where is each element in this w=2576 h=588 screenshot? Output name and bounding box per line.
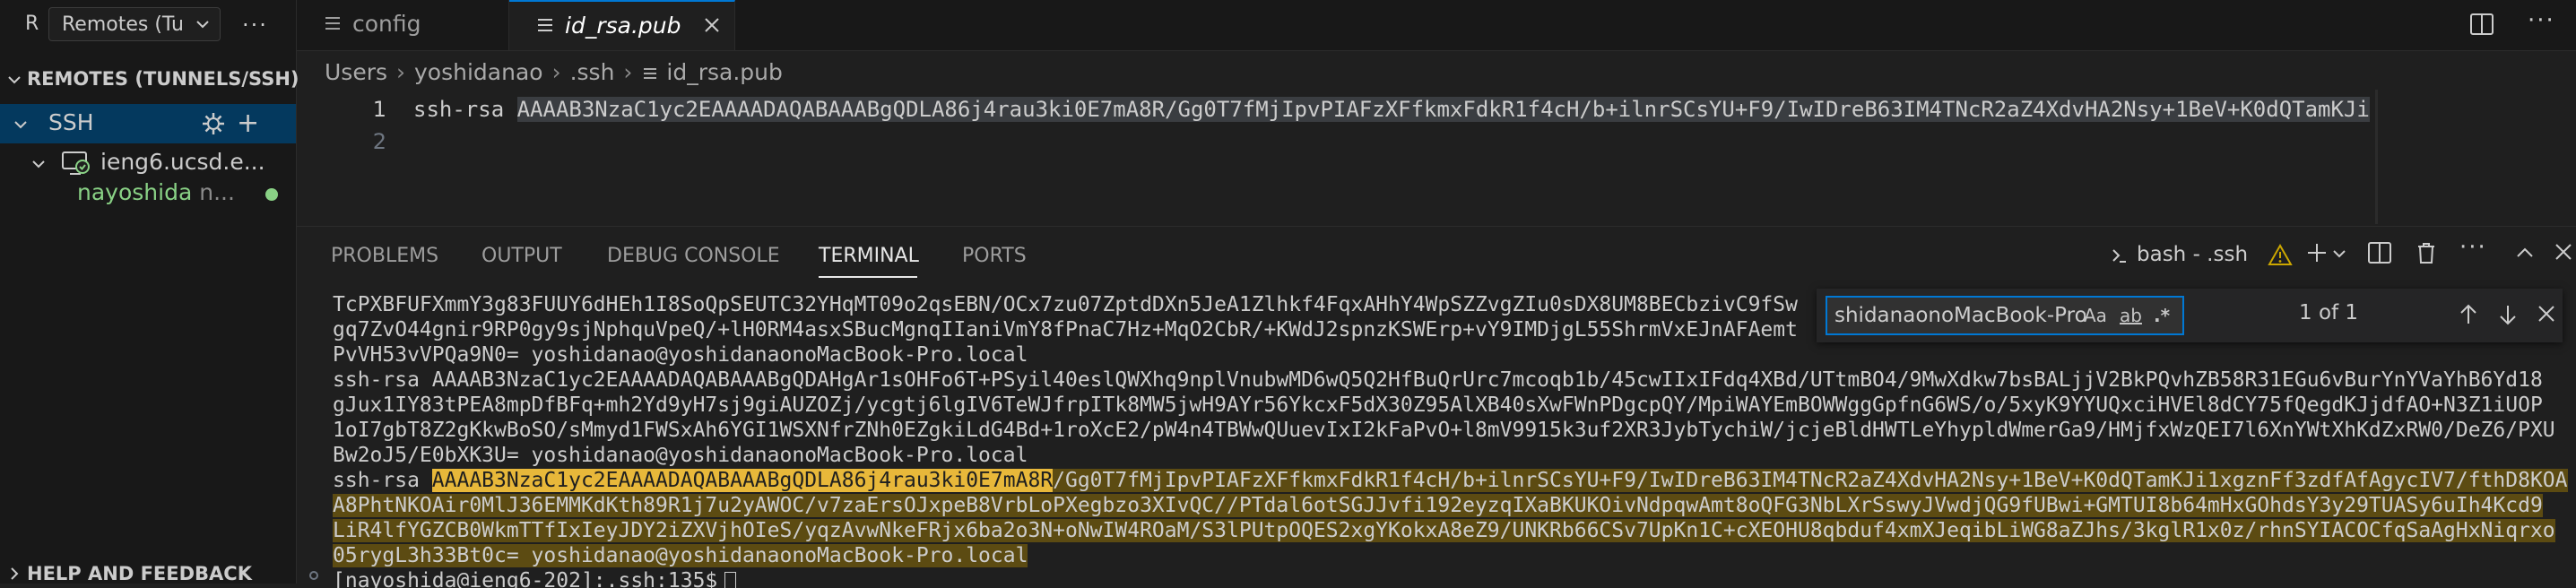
- close-icon[interactable]: [701, 14, 723, 36]
- chevron-right-icon: [7, 566, 22, 581]
- tree-item-ssh[interactable]: SSH +: [0, 104, 296, 143]
- regex-toggle[interactable]: .*: [2154, 305, 2170, 326]
- sidebar-header: R Remotes (Tu ···: [0, 0, 296, 50]
- chevron-right-icon: ›: [552, 59, 561, 85]
- terminal-cursor: [724, 572, 736, 588]
- terminal-find-widget: Aa ab .* 1 of 1: [1817, 289, 2563, 342]
- arrow-down-icon[interactable]: [2494, 301, 2521, 328]
- tab-output[interactable]: OUTPUT: [481, 245, 562, 267]
- host-label: ieng6.ucsd.e...: [100, 149, 265, 175]
- terminal-selector[interactable]: bash - .ssh: [2110, 243, 2248, 266]
- tab-id-rsa-pub[interactable]: id_rsa.pub: [509, 0, 735, 50]
- tab-problems[interactable]: PROBLEMS: [331, 245, 438, 267]
- breadcrumb-item[interactable]: id_rsa.pub: [666, 59, 782, 85]
- remotes-dropdown[interactable]: Remotes (Tu: [48, 7, 221, 41]
- terminal-line: ssh-rsa AAAAB3NzaC1yc2EAAAADAQABAAABgQDA…: [333, 368, 2543, 393]
- match-case-toggle[interactable]: Aa: [2084, 305, 2107, 326]
- activity-label: R: [25, 13, 39, 35]
- remotes-section-title: REMOTES (TUNNELS/SSH): [27, 68, 299, 90]
- terminal-line: 1oI7gbT8Z2gKkwBoSO/sMmyd1FWSxAh6YGI1WSXN…: [333, 418, 2555, 443]
- selection-highlight: AAAAB3NzaC1yc2EAAAADAQABAAABgQDLA86j4rau…: [517, 97, 2370, 122]
- terminal-line: A8PhtNKOAir0MlJ36EMMKdKth89R1j7u2yAWOC/v…: [333, 493, 2543, 518]
- find-input[interactable]: [1834, 301, 2086, 330]
- line-number: 1: [351, 97, 386, 122]
- menu-file-icon: [641, 65, 659, 82]
- tab-terminal[interactable]: TERMINAL: [819, 245, 919, 267]
- tab-debug-console[interactable]: DEBUG CONSOLE: [607, 245, 780, 267]
- terminal-line: PvVH53vVPQa9N0= yoshidanao@yoshidanaonoM…: [333, 342, 1028, 368]
- chevron-down-icon: [7, 73, 22, 87]
- tab-label: id_rsa.pub: [565, 13, 681, 39]
- find-match-count: 1 of 1: [2299, 301, 2358, 324]
- tab-label: config: [352, 11, 421, 37]
- tab-config[interactable]: config: [297, 0, 509, 50]
- help-section-title: HELP AND FEEDBACK: [27, 563, 252, 584]
- tab-ports[interactable]: PORTS: [962, 245, 1027, 267]
- find-match: /Gg0T7fMjIpvPIAFzXFfkmxFdkR1f4cH/b+ilnrS…: [1053, 469, 2567, 492]
- terminal-line: TcPXBFUFXmmY3g83FUUY6dHEh1I8SoQpSEUTC32Y…: [333, 292, 1798, 317]
- terminal-line-match: ssh-rsa AAAAB3NzaC1yc2EAAAADAQABAAABgQDL…: [333, 468, 2568, 493]
- terminal-line: Bw2oJ5/E0bXK3U= yoshidanao@yoshidanaonoM…: [333, 443, 1028, 468]
- add-host-icon[interactable]: +: [237, 108, 259, 139]
- breadcrumb-item[interactable]: yoshidanao: [414, 59, 543, 85]
- trash-icon[interactable]: [2413, 239, 2440, 266]
- chevron-down-icon: [195, 16, 211, 32]
- whole-word-toggle[interactable]: ab: [2120, 305, 2142, 326]
- tree-item-connection[interactable]: nayoshida n...: [0, 174, 296, 213]
- line-number: 2: [351, 129, 386, 154]
- split-terminal-icon[interactable]: [2366, 239, 2393, 266]
- terminal-prompt: [nayoshida@ieng6-202]:.ssh:135$: [333, 568, 736, 588]
- terminal-line: 05rygL3h33Bt0c= yoshidanao@yoshidanaonoM…: [333, 543, 1028, 568]
- remotes-dropdown-label: Remotes (Tu: [62, 13, 184, 36]
- maximize-panel-icon[interactable]: [2511, 239, 2538, 266]
- close-icon[interactable]: [2551, 239, 2576, 264]
- breadcrumb: Users › yoshidanao › .ssh › id_rsa.pub: [325, 59, 783, 86]
- gear-icon[interactable]: [201, 111, 226, 136]
- chevron-right-icon: ›: [623, 59, 632, 85]
- code-line[interactable]: ssh-rsa AAAAB3NzaC1yc2EAAAADAQABAAABgQDL…: [413, 97, 2576, 125]
- chevron-down-icon: [30, 156, 47, 172]
- command-decoration-icon[interactable]: [309, 571, 318, 580]
- terminal-line: LiR4lfYGZCB0WkmTTfIxIeyJDY2iZXVjhOIeS/yq…: [333, 518, 2555, 543]
- chevron-right-icon: ›: [396, 59, 405, 85]
- chevron-down-icon: [13, 117, 29, 133]
- split-editor-icon[interactable]: [2468, 11, 2495, 38]
- connection-label: nayoshida n...: [77, 179, 235, 205]
- find-current-match: AAAAB3NzaC1yc2EAAAADAQABAAABgQDLA86j4rau…: [432, 469, 1053, 492]
- terminal-line: gq7ZvO44gnir9RP0gy9sjNphquVpeQ/+lH0RM4as…: [333, 317, 1798, 342]
- more-actions-icon[interactable]: ···: [2459, 234, 2487, 261]
- connection-status-icon: [265, 188, 278, 201]
- more-actions-icon[interactable]: ···: [242, 13, 268, 38]
- ssh-group-label: SSH: [48, 109, 94, 135]
- scrollbar[interactable]: [2375, 90, 2378, 224]
- active-tab-indicator: [819, 276, 917, 278]
- help-section-header[interactable]: HELP AND FEEDBACK: [0, 561, 296, 588]
- arrow-up-icon[interactable]: [2455, 301, 2482, 328]
- more-actions-icon[interactable]: ···: [2528, 7, 2555, 34]
- remote-explorer-sidebar: R Remotes (Tu ··· REMOTES (TUNNELS/SSH) …: [0, 0, 297, 584]
- menu-file-icon: [534, 14, 556, 36]
- chevron-down-icon[interactable]: [2332, 246, 2346, 261]
- breadcrumb-item[interactable]: .ssh: [570, 59, 615, 85]
- find-input-box: Aa ab .*: [1826, 296, 2184, 335]
- editor-tab-bar: config id_rsa.pub ···: [297, 0, 2576, 51]
- menu-file-icon: [322, 13, 343, 34]
- new-terminal-icon[interactable]: [2303, 239, 2330, 266]
- terminal-icon: [2110, 246, 2129, 265]
- remotes-section-header[interactable]: REMOTES (TUNNELS/SSH): [0, 65, 296, 95]
- warning-icon[interactable]: [2268, 243, 2293, 268]
- close-icon[interactable]: [2534, 301, 2559, 326]
- text-editor[interactable]: 1 2 ssh-rsa AAAAB3NzaC1yc2EAAAADAQABAAAB…: [297, 90, 2576, 224]
- breadcrumb-item[interactable]: Users: [325, 59, 387, 85]
- remote-monitor-icon: [61, 151, 90, 176]
- terminal-line: gJux1IY83tPEA8mpDfBFq+mh2Yd9yH7sj9giAUZO…: [333, 393, 2543, 418]
